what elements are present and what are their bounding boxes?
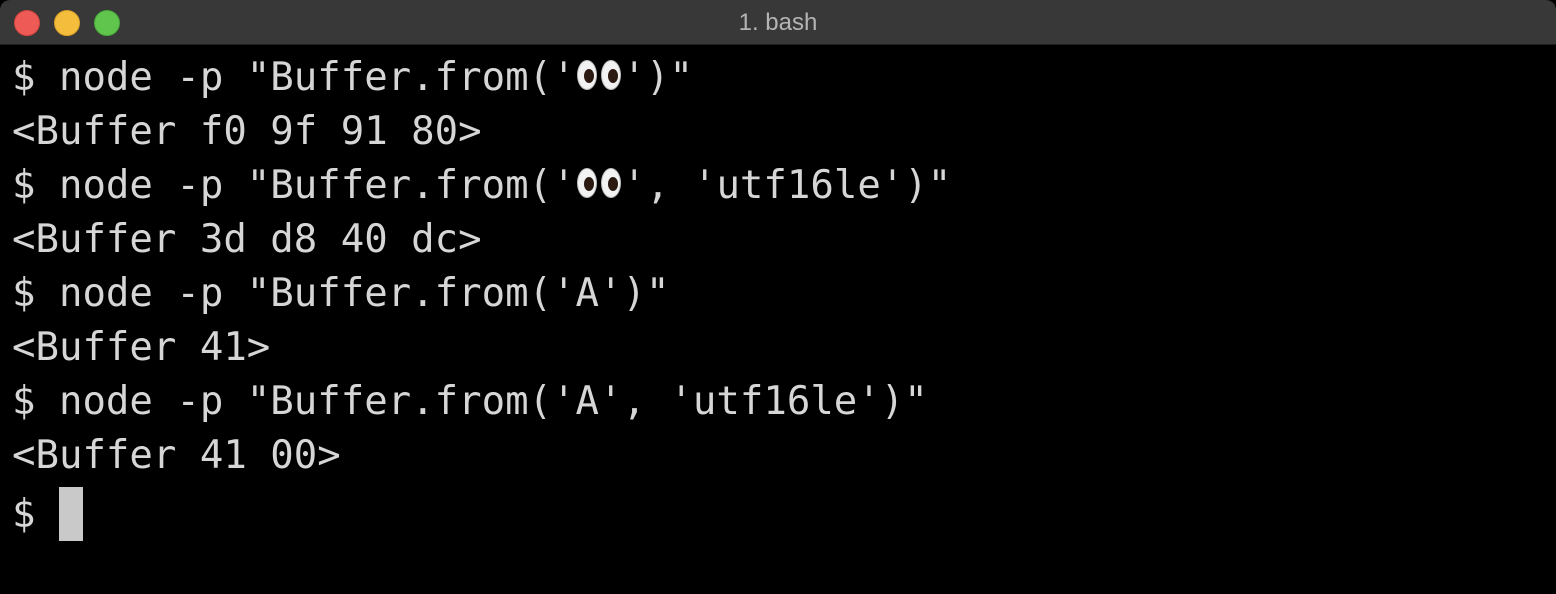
terminal-line-command: $ node -p "Buffer.from(' ')" <box>12 55 1556 109</box>
command-text: $ node -p "Buffer.from(' <box>12 163 576 208</box>
window-title: 1. bash <box>738 9 818 36</box>
command-text: ')" <box>622 55 693 100</box>
terminal-line-output: <Buffer 3d d8 40 dc> <box>12 217 482 262</box>
text-cursor <box>58 487 83 541</box>
prompt-symbol: $ <box>12 492 59 537</box>
title-bar[interactable]: 1. bash <box>0 0 1556 45</box>
terminal-line-output: <Buffer f0 9f 91 80> <box>12 109 482 154</box>
command-text: ', 'utf16le')" <box>622 163 952 208</box>
terminal-line-output: <Buffer 41> <box>12 325 271 370</box>
terminal-prompt-line[interactable]: $ <box>12 487 1556 541</box>
command-text: $ node -p "Buffer.from(' <box>12 55 576 100</box>
terminal-line-output: <Buffer 41 00> <box>12 433 341 478</box>
terminal-line-command: $ node -p "Buffer.from('A')" <box>12 271 670 316</box>
eyes-emoji-icon <box>576 166 623 202</box>
terminal-window: 1. bash $ node -p "Buffer.from(' ')" <Buf… <box>0 0 1556 594</box>
terminal-output[interactable]: $ node -p "Buffer.from(' ')" <Buffer f0 9… <box>12 55 1556 594</box>
terminal-line-command: $ node -p "Buffer.from(' ', 'utf16le')" <box>12 163 1556 217</box>
terminal-line-command: $ node -p "Buffer.from('A', 'utf16le')" <box>12 379 928 424</box>
eyes-emoji-icon <box>576 58 623 94</box>
